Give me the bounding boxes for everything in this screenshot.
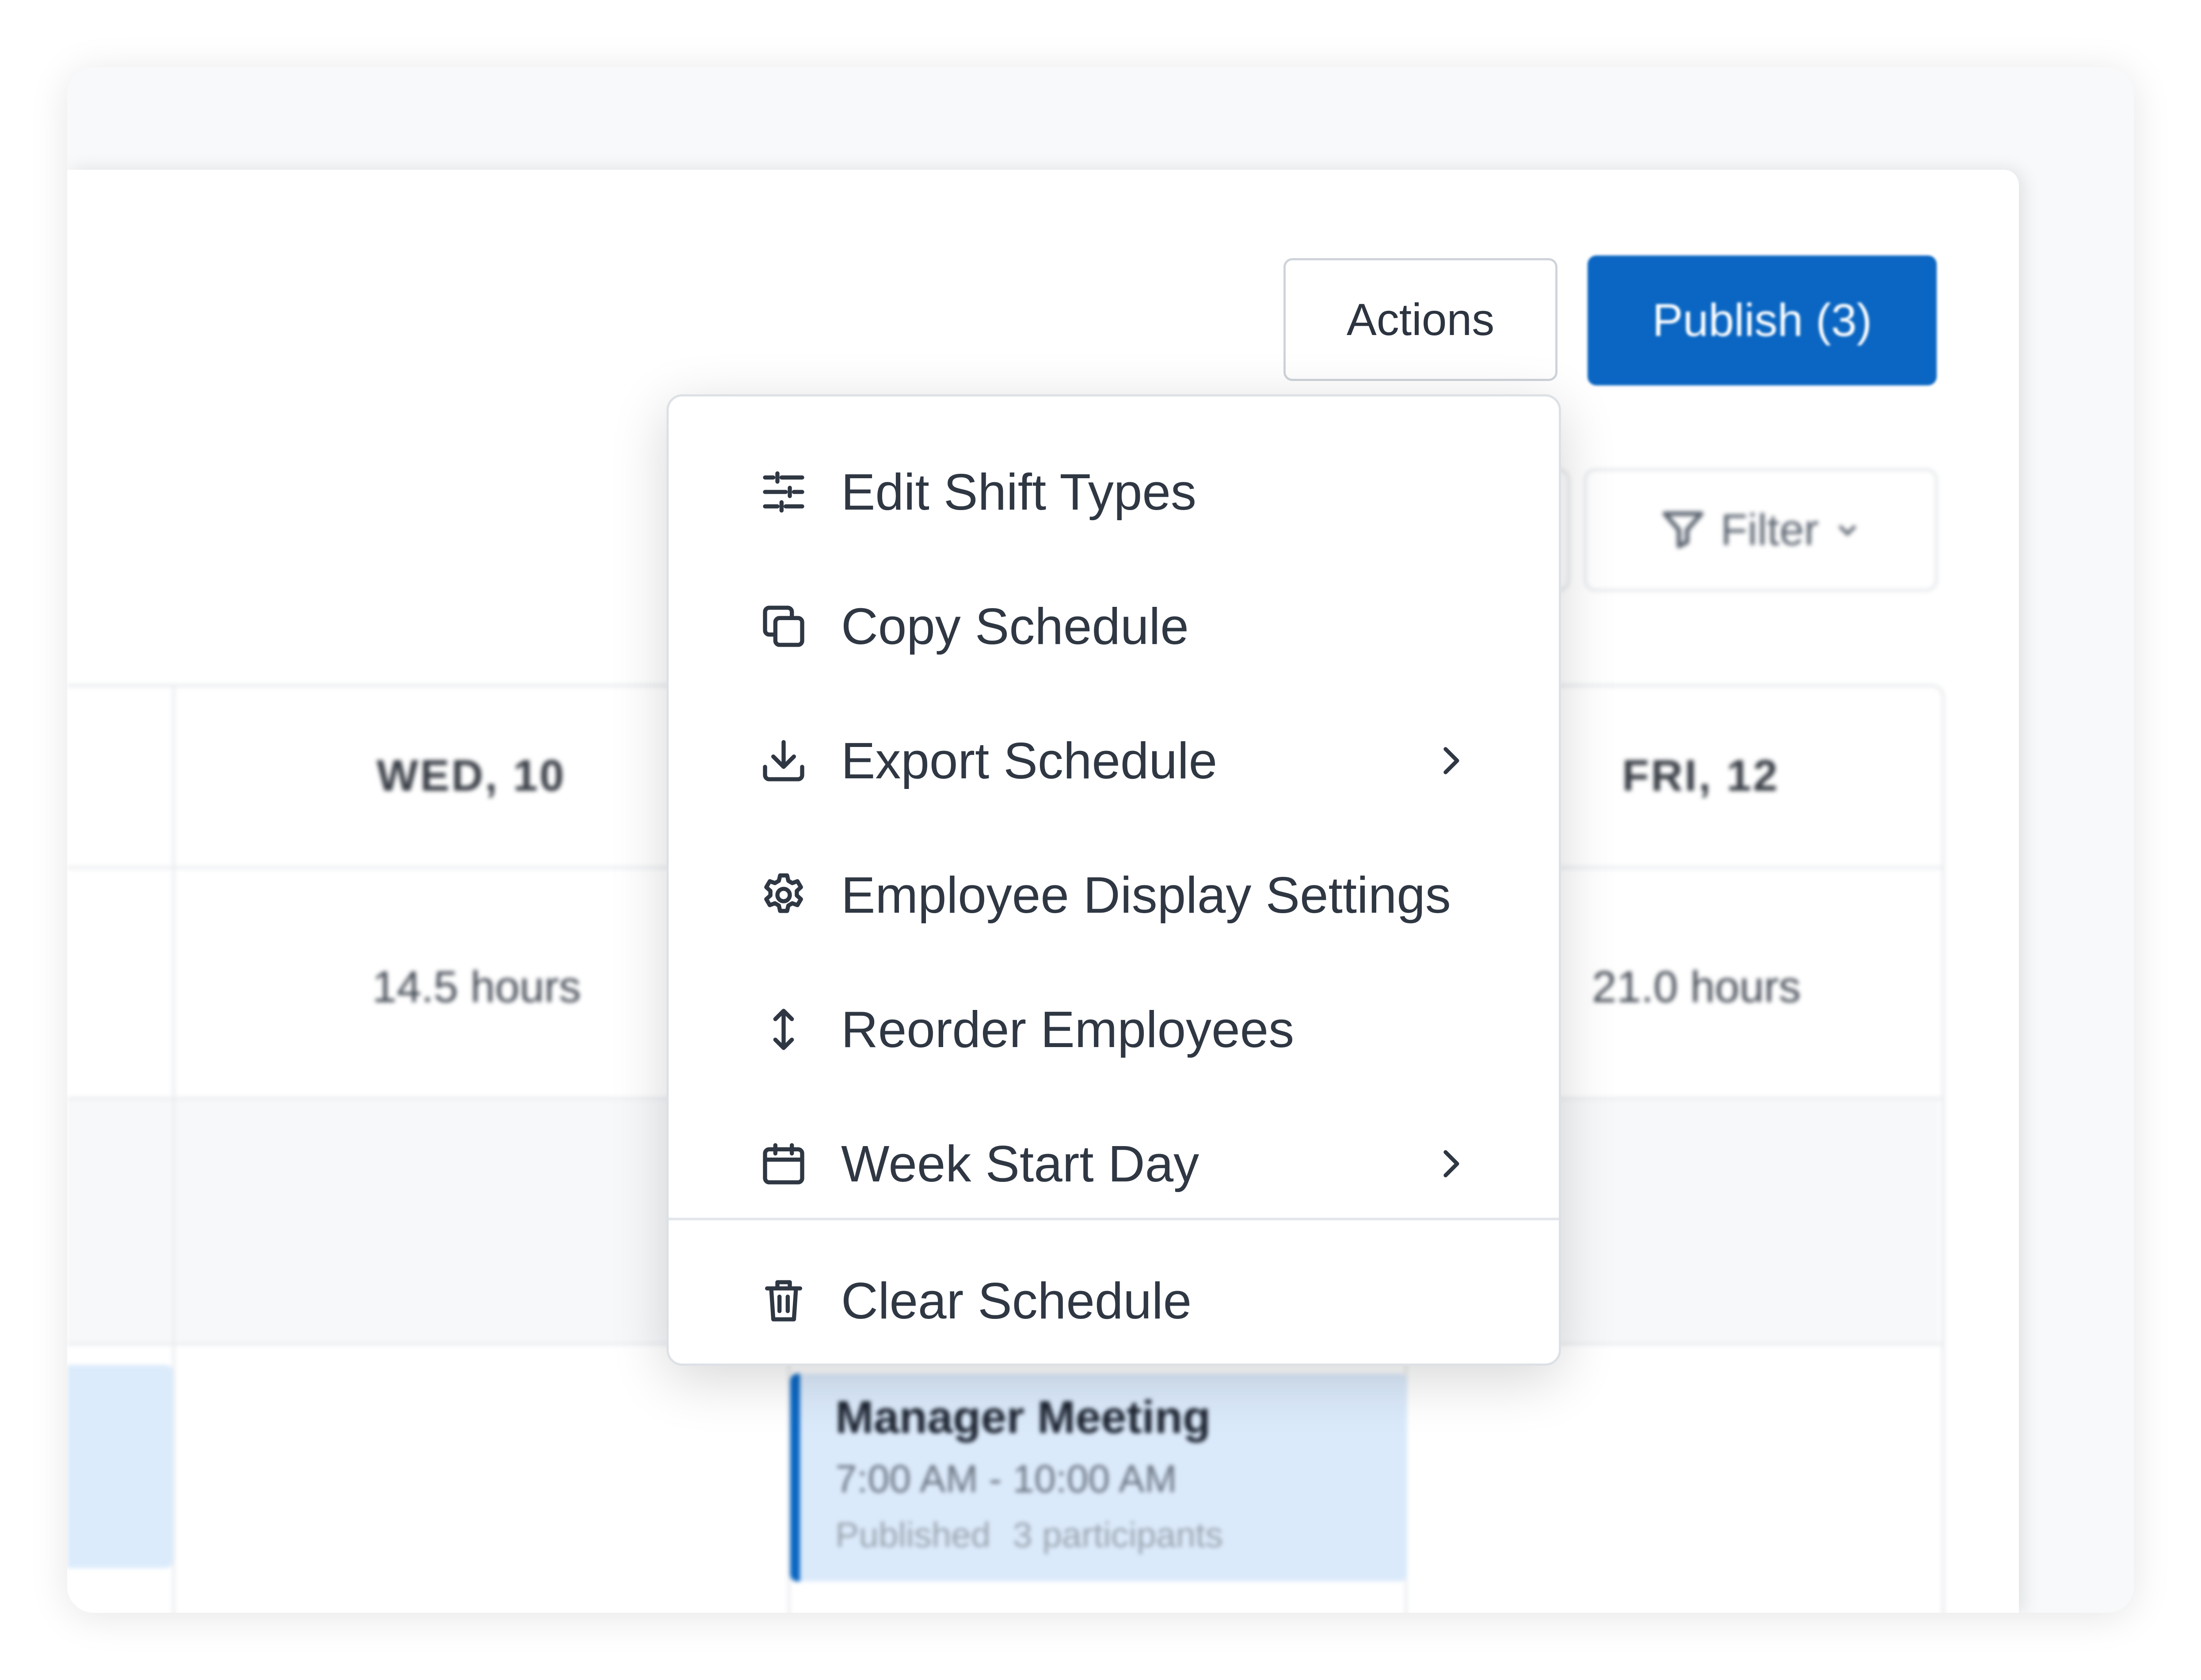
day-hours-fri: 21.0 hours bbox=[1592, 962, 1801, 1012]
filter-button[interactable]: Filter bbox=[1584, 469, 1938, 591]
chevron-down-icon bbox=[1838, 525, 1857, 537]
menu-item-clear-schedule[interactable]: Clear Schedule bbox=[669, 1234, 1559, 1364]
shift-card[interactable]: Manager Meeting 7:00 AM - 10:00 AM Publi… bbox=[790, 1374, 1407, 1581]
menu-item-label: Reorder Employees bbox=[841, 1001, 1295, 1058]
menu-item-label: Export Schedule bbox=[841, 732, 1218, 789]
sliders-icon bbox=[757, 465, 810, 518]
day-header-fri: FRI, 12 bbox=[1622, 751, 1779, 800]
vertical-arrows-icon bbox=[757, 1003, 810, 1056]
menu-item-label: Week Start Day bbox=[841, 1135, 1200, 1192]
shift-time: 7:00 AM - 10:00 AM bbox=[835, 1457, 1177, 1501]
menu-divider bbox=[669, 1218, 1559, 1220]
app-window: Actions Publish (3) Filter WED, 10 FRI, … bbox=[67, 67, 2134, 1613]
gear-icon bbox=[757, 869, 810, 922]
shift-card-partial[interactable] bbox=[67, 1365, 173, 1568]
shift-title: Manager Meeting bbox=[835, 1392, 1211, 1443]
menu-item-edit-shift-types[interactable]: Edit Shift Types bbox=[669, 425, 1559, 559]
calendar-icon bbox=[757, 1137, 810, 1190]
actions-button-label: Actions bbox=[1346, 294, 1495, 345]
menu-item-copy-schedule[interactable]: Copy Schedule bbox=[669, 559, 1559, 693]
day-header-wed: WED, 10 bbox=[377, 751, 566, 800]
shift-status: Published bbox=[835, 1515, 991, 1554]
day-hours-wed: 14.5 hours bbox=[372, 962, 581, 1012]
menu-item-employee-display-settings[interactable]: Employee Display Settings bbox=[669, 828, 1559, 962]
publish-button-label: Publish (3) bbox=[1652, 294, 1872, 346]
copy-icon bbox=[757, 600, 810, 653]
download-icon bbox=[757, 734, 810, 787]
chevron-right-icon bbox=[1443, 747, 1459, 774]
trash-icon bbox=[757, 1274, 810, 1327]
shift-meta: Published 3 participants bbox=[835, 1515, 1407, 1555]
shift-participants: 3 participants bbox=[1013, 1515, 1223, 1554]
menu-item-export-schedule[interactable]: Export Schedule bbox=[669, 693, 1559, 828]
actions-menu: Edit Shift Types Copy Schedule Export Sc… bbox=[666, 394, 1561, 1366]
menu-item-label: Clear Schedule bbox=[841, 1272, 1192, 1330]
menu-item-label: Employee Display Settings bbox=[841, 866, 1451, 924]
menu-item-week-start-day[interactable]: Week Start Day bbox=[669, 1097, 1559, 1231]
menu-item-label: Edit Shift Types bbox=[841, 463, 1196, 521]
filter-icon bbox=[1662, 511, 1704, 549]
filter-button-label: Filter bbox=[1720, 505, 1819, 555]
menu-item-reorder-employees[interactable]: Reorder Employees bbox=[669, 962, 1559, 1097]
actions-button[interactable]: Actions bbox=[1283, 258, 1557, 381]
publish-button[interactable]: Publish (3) bbox=[1588, 255, 1937, 385]
chevron-right-icon bbox=[1443, 1150, 1459, 1177]
menu-item-label: Copy Schedule bbox=[841, 598, 1189, 655]
